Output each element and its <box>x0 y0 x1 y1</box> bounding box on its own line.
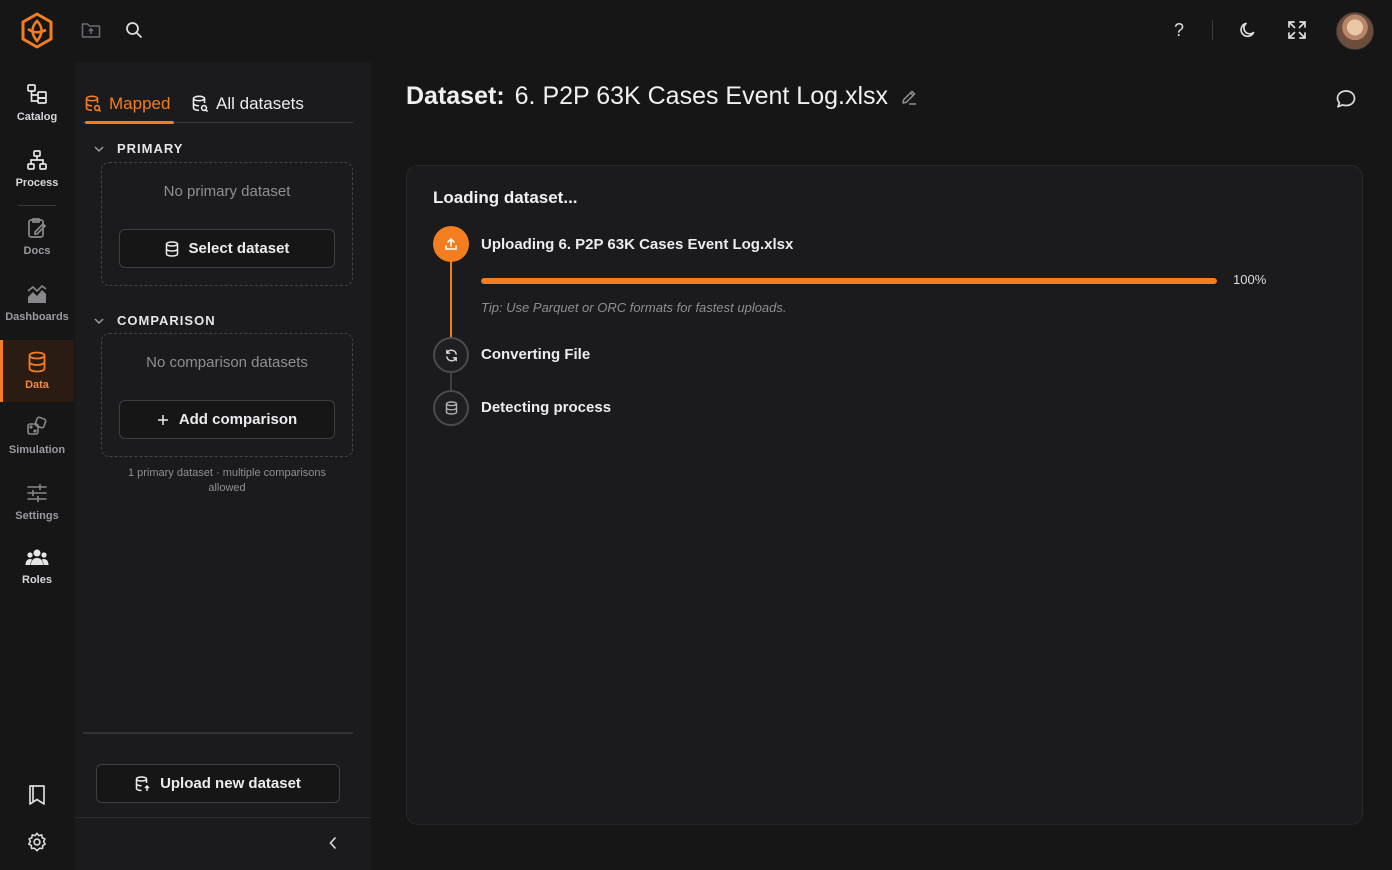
page-title: Dataset: 6. P2P 63K Cases Event Log.xlsx <box>406 82 918 111</box>
tab-label: All datasets <box>216 94 304 113</box>
convert-step-label: Converting File <box>481 346 591 363</box>
detect-step-label: Detecting process <box>481 399 612 416</box>
chevron-down-icon <box>93 145 105 153</box>
fullscreen-icon[interactable] <box>1285 18 1309 42</box>
upload-icon <box>444 237 458 251</box>
gear-icon[interactable] <box>25 830 49 854</box>
sidebar-tabs: Mapped All datasets <box>83 86 353 124</box>
database-upload-icon <box>135 775 150 792</box>
search-icon[interactable] <box>122 18 146 42</box>
all-datasets-icon <box>192 95 208 113</box>
plus-icon <box>157 414 169 426</box>
simulation-icon <box>26 416 48 438</box>
chevron-left-icon <box>328 836 338 850</box>
bookmark-icon[interactable] <box>25 783 49 807</box>
upload-progress-bar <box>481 278 1217 284</box>
rail-item-label: Simulation <box>8 444 66 456</box>
rail-item-label: Dashboards <box>5 311 69 323</box>
top-bar: ? <box>0 0 1392 62</box>
rail-item-catalog[interactable]: Catalog <box>0 72 74 134</box>
comment-icon[interactable] <box>1335 88 1357 110</box>
dataset-sidebar: Mapped All datasets PRIMARY No primary d… <box>75 62 371 870</box>
step-connector <box>450 261 452 339</box>
divider <box>75 817 371 818</box>
comparison-empty-text: No comparison datasets <box>146 354 308 371</box>
rail-item-label: Settings <box>15 510 59 522</box>
pencil-icon[interactable] <box>900 88 918 106</box>
sliders-icon <box>26 482 48 504</box>
main-content: Dataset: 6. P2P 63K Cases Event Log.xlsx… <box>371 62 1392 870</box>
convert-step-badge <box>433 337 469 373</box>
avatar[interactable] <box>1336 12 1374 50</box>
select-dataset-button[interactable]: Select dataset <box>119 229 335 268</box>
rail-item-label: Roles <box>22 574 52 586</box>
dataset-hint: 1 primary dataset · multiple comparisons… <box>127 467 327 494</box>
add-comparison-button[interactable]: Add comparison <box>119 400 335 439</box>
moon-icon[interactable] <box>1236 18 1260 42</box>
docs-icon <box>26 217 48 239</box>
upload-step-label: Uploading 6. P2P 63K Cases Event Log.xls… <box>481 236 794 253</box>
rail-item-label: Process <box>15 177 59 189</box>
rail-item-docs[interactable]: Docs <box>0 206 74 268</box>
process-icon <box>26 149 48 171</box>
rail-item-label: Docs <box>23 245 51 257</box>
rail-item-process[interactable]: Process <box>0 138 74 200</box>
rail-item-dashboards[interactable]: Dashboards <box>0 273 74 335</box>
loading-card: Loading dataset... Uploading 6. P2P 63K … <box>406 165 1363 825</box>
rail-item-data[interactable]: Data <box>0 340 74 402</box>
refresh-icon <box>444 348 459 363</box>
rail-item-settings[interactable]: Settings <box>0 471 74 533</box>
database-icon <box>27 351 47 373</box>
title-prefix: Dataset: <box>406 82 505 110</box>
button-label: Upload new dataset <box>160 775 301 792</box>
tab-label: Mapped <box>109 94 171 113</box>
users-icon <box>25 548 49 568</box>
collapse-sidebar-button[interactable] <box>323 832 343 854</box>
rail-item-label: Data <box>25 379 49 391</box>
database-icon <box>445 401 458 415</box>
left-nav-rail: Catalog Process Docs Dashboards Data Sim… <box>0 62 75 870</box>
primary-heading: PRIMARY <box>117 141 184 156</box>
primary-dropzone: No primary dataset Select dataset <box>101 162 353 286</box>
progress-percent: 100% <box>1233 272 1267 287</box>
detect-step-badge <box>433 390 469 426</box>
tab-mapped[interactable]: Mapped <box>85 86 174 124</box>
folder-upload-icon[interactable] <box>79 18 103 42</box>
dataset-name: 6. P2P 63K Cases Event Log.xlsx <box>514 82 889 110</box>
rail-item-roles[interactable]: Roles <box>0 536 74 598</box>
database-icon <box>165 240 179 257</box>
loading-title: Loading dataset... <box>433 188 578 207</box>
help-icon[interactable]: ? <box>1167 18 1191 42</box>
tab-all-datasets[interactable]: All datasets <box>192 86 304 122</box>
dashboards-icon <box>26 285 48 305</box>
upload-step-badge <box>433 226 469 262</box>
button-label: Add comparison <box>178 411 298 428</box>
chevron-down-icon <box>93 317 105 325</box>
hexagon-flower-logo-icon[interactable] <box>20 12 54 50</box>
catalog-icon <box>26 83 48 105</box>
upload-tip: Tip: Use Parquet or ORC formats for fast… <box>481 300 787 315</box>
rail-item-label: Catalog <box>16 111 58 123</box>
comparison-section-toggle[interactable]: COMPARISON <box>93 313 216 328</box>
progress-fill <box>481 278 1217 284</box>
mapped-dataset-icon <box>85 95 101 113</box>
upload-new-dataset-button[interactable]: Upload new dataset <box>96 764 340 803</box>
divider <box>1212 20 1213 40</box>
divider <box>83 732 353 734</box>
primary-empty-text: No primary dataset <box>163 183 291 200</box>
comparison-heading: COMPARISON <box>117 313 216 328</box>
rail-item-simulation[interactable]: Simulation <box>0 405 74 467</box>
button-label: Select dataset <box>188 240 290 257</box>
primary-section-toggle[interactable]: PRIMARY <box>93 141 183 156</box>
comparison-dropzone: No comparison datasets Add comparison <box>101 333 353 457</box>
